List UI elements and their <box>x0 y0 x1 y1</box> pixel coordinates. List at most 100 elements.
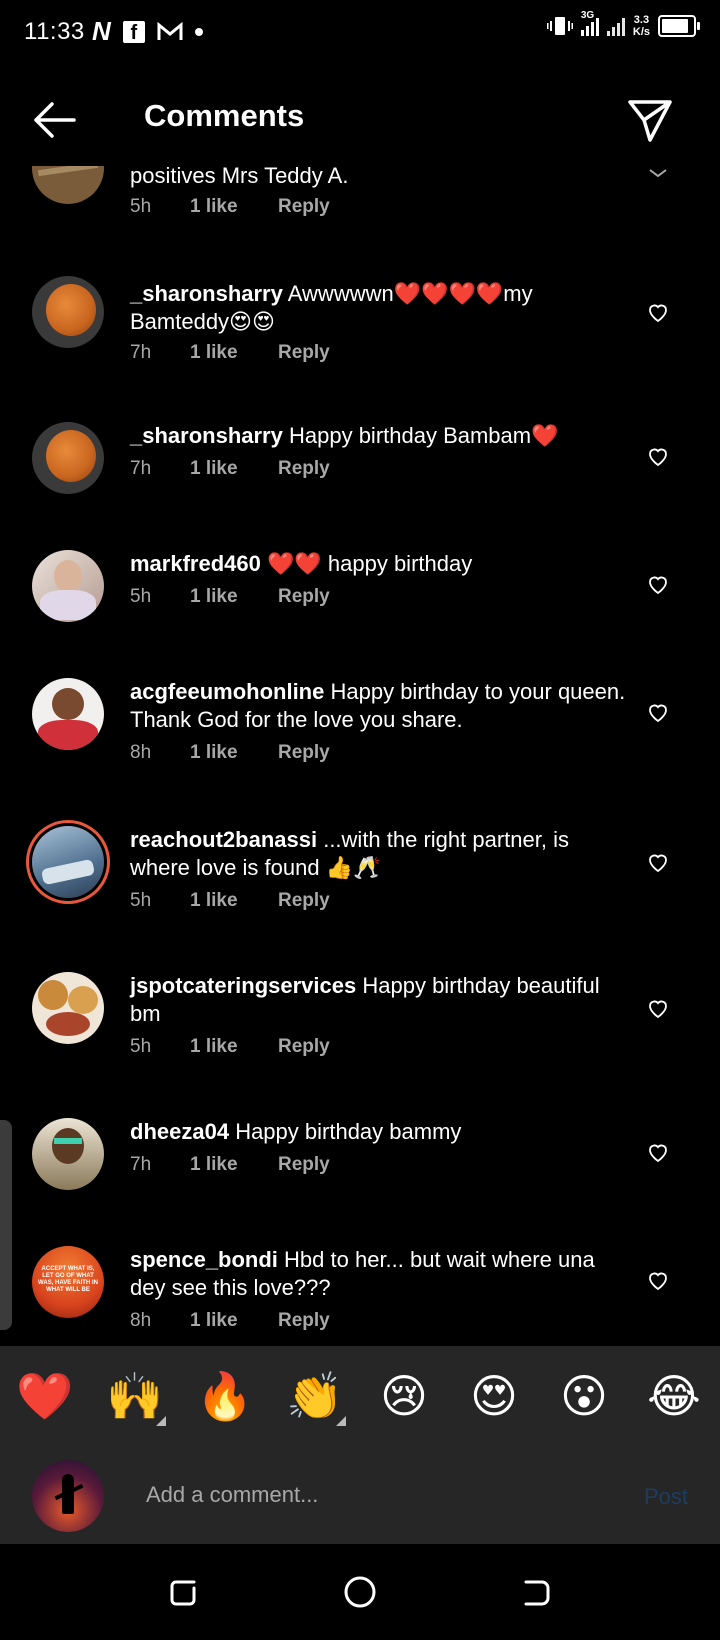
status-right: 3G 3.3 K/s <box>546 10 700 38</box>
heart-icon[interactable] <box>646 572 670 596</box>
comment-body: positives Mrs Teddy A. <box>130 166 349 188</box>
reply-button[interactable]: Reply <box>278 1154 330 1176</box>
comment-composer-panel: ❤️ 🙌 🔥 👏 😢 😍 😮 😂 Post <box>0 1346 720 1544</box>
chevron-down-icon[interactable] <box>646 166 670 186</box>
heart-icon[interactable] <box>646 1268 670 1292</box>
comment-meta: 7h 1 like Reply <box>130 1154 330 1176</box>
avatar[interactable] <box>32 422 104 494</box>
comment-likes[interactable]: 1 like <box>190 742 278 764</box>
facebook-icon: f <box>122 20 145 44</box>
avatar[interactable] <box>32 276 104 348</box>
comment-likes[interactable]: 1 like <box>190 196 278 218</box>
reply-button[interactable]: Reply <box>278 196 330 218</box>
share-button[interactable] <box>626 96 674 144</box>
comment-time: 5h <box>130 890 152 911</box>
avatar[interactable] <box>32 972 104 1044</box>
comment-likes[interactable]: 1 like <box>190 342 278 364</box>
notification-icons: N f <box>92 16 203 47</box>
comment-meta: 7h 1 like Reply <box>130 458 330 480</box>
comment-meta: 5h 1 like Reply <box>130 196 330 218</box>
network-3g-signal: 3G <box>580 10 599 36</box>
emoji-fire[interactable]: 🔥 <box>196 1368 253 1424</box>
reply-button[interactable]: Reply <box>278 458 330 480</box>
comment-text: acgfeeumohonline Happy birthday to your … <box>130 678 630 734</box>
reply-button[interactable]: Reply <box>278 742 330 764</box>
comment-meta: 5h 1 like Reply <box>130 1036 330 1058</box>
avatar[interactable] <box>32 166 104 204</box>
recents-icon[interactable] <box>164 1572 204 1612</box>
comment-text: jspotcateringservices Happy birthday bea… <box>130 972 630 1028</box>
heart-icon[interactable] <box>646 1140 670 1164</box>
dot-icon <box>194 27 203 36</box>
comment-body: ❤️❤️ happy birthday <box>267 551 473 576</box>
comment-likes[interactable]: 1 like <box>190 1310 278 1332</box>
emoji-heart[interactable]: ❤️ <box>16 1368 73 1424</box>
heart-icon[interactable] <box>646 996 670 1020</box>
reply-button[interactable]: Reply <box>278 1036 330 1058</box>
comment-likes[interactable]: 1 like <box>190 1154 278 1176</box>
comment-text: _sharonsharry Awwwwwn❤️❤️❤️❤️my Bamteddy… <box>130 280 630 336</box>
emoji-laughing[interactable]: 😂 <box>646 1368 702 1424</box>
avatar-story-ring[interactable] <box>32 826 104 898</box>
post-button[interactable]: Post <box>644 1484 688 1510</box>
comment-likes[interactable]: 1 like <box>190 890 278 912</box>
comment-meta: 8h 1 like Reply <box>130 742 330 764</box>
comment-meta: 8h 1 like Reply <box>130 1310 330 1332</box>
comment-username[interactable]: markfred460 <box>130 551 261 576</box>
reply-button[interactable]: Reply <box>278 586 330 608</box>
comment-time: 7h <box>130 1154 152 1175</box>
comment-username[interactable]: _sharonsharry <box>130 423 283 448</box>
heart-icon[interactable] <box>646 300 670 324</box>
emoji-crying[interactable]: 😢 <box>376 1368 432 1424</box>
comment-text: markfred460 ❤️❤️ happy birthday <box>130 550 630 578</box>
edge-panel-handle[interactable] <box>0 1120 12 1330</box>
comment-time: 8h <box>130 742 152 763</box>
avatar[interactable] <box>32 1118 104 1190</box>
emoji-surprised[interactable]: 😮 <box>556 1368 612 1424</box>
comment-username[interactable]: _sharonsharry <box>130 281 283 306</box>
comment-username[interactable]: spence_bondi <box>130 1247 278 1272</box>
comment-text: spence_bondi Hbd to her... but wait wher… <box>130 1246 630 1302</box>
comment-text: _sharonsharry Happy birthday Bambam❤️ <box>130 422 630 450</box>
comment-body: Happy birthday Bambam❤️ <box>288 423 559 448</box>
gmail-icon <box>157 21 183 40</box>
comments-header: Comments <box>0 80 720 160</box>
emoji-clap[interactable]: 👏 <box>286 1368 346 1426</box>
status-time: 11:33 <box>24 18 85 45</box>
comment-time: 5h <box>130 1036 152 1057</box>
reply-button[interactable]: Reply <box>278 342 330 364</box>
signal-icon-2 <box>606 16 625 36</box>
avatar[interactable]: ACCEPT WHAT IS, LET GO OF WHAT WAS, HAVE… <box>32 1246 104 1318</box>
reply-button[interactable]: Reply <box>278 1310 330 1332</box>
comment-text: positives Mrs Teddy A. <box>130 166 630 190</box>
comment-likes[interactable]: 1 like <box>190 586 278 608</box>
comment-time: 7h <box>130 458 152 479</box>
page-title: Comments <box>144 98 305 133</box>
vibrate-icon <box>546 17 573 35</box>
back-nav-icon[interactable] <box>516 1572 556 1612</box>
emoji-raised-hands[interactable]: 🙌 <box>106 1368 166 1426</box>
heart-icon[interactable] <box>646 700 670 724</box>
avatar[interactable] <box>32 678 104 750</box>
home-icon[interactable] <box>340 1572 380 1612</box>
add-comment-input[interactable] <box>144 1474 588 1516</box>
comment-likes[interactable]: 1 like <box>190 458 278 480</box>
comment-username[interactable]: jspotcateringservices <box>130 973 356 998</box>
current-user-avatar <box>32 1460 104 1532</box>
reply-button[interactable]: Reply <box>278 890 330 912</box>
back-button[interactable] <box>30 98 78 142</box>
comment-likes[interactable]: 1 like <box>190 1036 278 1058</box>
emoji-heart-eyes[interactable]: 😍 <box>466 1368 522 1424</box>
heart-icon[interactable] <box>646 444 670 468</box>
comments-list[interactable]: positives Mrs Teddy A. 5h 1 like Reply _… <box>0 166 720 1346</box>
comment-username[interactable]: dheeza04 <box>130 1119 229 1144</box>
comment-time: 8h <box>130 1310 152 1331</box>
comment-username[interactable]: reachout2banassi <box>130 827 317 852</box>
heart-icon[interactable] <box>646 850 670 874</box>
compose-row: Post <box>0 1446 720 1544</box>
comment-time: 7h <box>130 342 152 363</box>
comment-username[interactable]: acgfeeumohonline <box>130 679 324 704</box>
avatar[interactable] <box>32 550 104 622</box>
status-bar: 11:33 N f 3G 3.3 K/s <box>0 0 720 64</box>
reaction-bar: ❤️ 🙌 🔥 👏 😢 😍 😮 😂 <box>0 1346 720 1446</box>
